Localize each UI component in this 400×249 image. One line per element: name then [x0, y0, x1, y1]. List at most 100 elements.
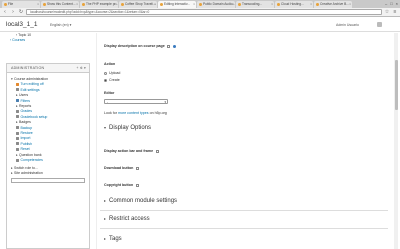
divider: [100, 228, 388, 229]
administration-title: ADMINISTRATION + ✲ ▾: [7, 64, 89, 73]
browser-tab-label: Public Domain Audio...: [203, 2, 235, 6]
language-menu[interactable]: English (en) ▾: [50, 23, 71, 27]
browser-tab-label: Coffee Shop Traveli...: [125, 2, 156, 6]
section-display-options[interactable]: ▾ Display Options: [104, 125, 151, 131]
close-tab-icon[interactable]: ×: [271, 1, 273, 8]
favicon-icon: [159, 3, 163, 6]
admin-item-label: Publish: [20, 141, 32, 146]
favicon-icon: [315, 3, 319, 6]
window-controls: – □ ×: [385, 1, 398, 6]
close-tab-icon[interactable]: ×: [37, 1, 39, 8]
favicon-icon: [237, 3, 241, 6]
more-content-types-link[interactable]: more content types: [118, 111, 149, 115]
admin-item-label: Backup: [20, 125, 33, 130]
create-radio[interactable]: [104, 78, 107, 82]
section-tags[interactable]: ▸ Tags: [104, 236, 122, 242]
browser-tab[interactable]: Coffee Shop Traveli... ×: [119, 1, 157, 8]
help-icon[interactable]: [172, 44, 176, 48]
administration-block: ADMINISTRATION + ✲ ▾ ▾Course administrat…: [6, 63, 90, 249]
favicon-icon: [81, 3, 85, 6]
close-tab-icon[interactable]: ×: [310, 1, 312, 8]
close-icon[interactable]: ×: [396, 1, 398, 6]
admin-item-label: Filters: [20, 98, 31, 103]
settings-icon: [16, 99, 19, 103]
browser-tab[interactable]: The PHP example pr... ×: [80, 1, 118, 8]
browser-toolbar: ‹ › ↻ localhost/course/modedit.php?add=h…: [0, 8, 400, 17]
minimize-icon[interactable]: –: [385, 1, 387, 6]
navigation-block: › Topic 10 › Courses: [6, 33, 90, 43]
display-description-label: Display description on course page: [104, 44, 176, 48]
settings-icon: [16, 131, 19, 135]
edit-toggle-icon: [16, 82, 19, 86]
user-menu[interactable]: Admin Usuario: [336, 23, 359, 27]
section-restrict-access[interactable]: ▸ Restrict access: [104, 216, 150, 222]
copyright-button-label: Copyright button: [104, 183, 139, 187]
browser-tab-bar: File × Show this Content... × The PHP exampl…: [0, 0, 400, 8]
browser-tab[interactable]: Cloud Hosting... ×: [275, 1, 313, 8]
close-tab-icon[interactable]: ×: [154, 1, 156, 8]
settings-icon: [16, 115, 19, 119]
settings-icon: [16, 110, 19, 114]
copyright-button-checkbox[interactable]: [135, 183, 139, 187]
close-tab-icon[interactable]: ×: [193, 1, 195, 8]
browser-tab-label: Show this Content...: [47, 2, 76, 6]
admin-item-label: Users: [19, 93, 29, 98]
display-action-bar-checkbox[interactable]: [155, 149, 159, 153]
browser-tab[interactable]: Public Domain Audio... ×: [197, 1, 235, 8]
download-button-checkbox[interactable]: [135, 166, 139, 170]
avatar[interactable]: [377, 21, 382, 27]
scrollbar-thumb[interactable]: [394, 60, 398, 110]
admin-item-label: Grades: [20, 109, 32, 114]
close-tab-icon[interactable]: ×: [76, 1, 78, 8]
site-administration[interactable]: ▸Site administration: [11, 171, 89, 176]
block-controls-icon[interactable]: + ✲ ▾: [76, 64, 86, 73]
forward-icon[interactable]: ›: [10, 9, 16, 15]
browser-tab-label: File: [8, 2, 14, 6]
browser-tab-label: Editing Interactiv...: [164, 2, 190, 6]
favicon-icon: [42, 3, 46, 6]
admin-item-label: Restore: [20, 131, 33, 136]
favicon-icon: [198, 3, 202, 6]
site-name[interactable]: local3_1_1: [6, 21, 37, 28]
browser-tab[interactable]: Editing Interactiv... ×: [158, 1, 196, 8]
browser-tab[interactable]: Show this Content... ×: [41, 1, 79, 8]
admin-item-label: Question bank: [19, 152, 42, 157]
admin-tree: ▾Course administration Turn editing off E…: [7, 73, 89, 164]
admin-search-input[interactable]: [11, 178, 85, 184]
back-icon[interactable]: ‹: [2, 9, 8, 15]
browser-tab[interactable]: Transcoding... ×: [236, 1, 274, 8]
admin-item[interactable]: Competencies: [11, 158, 89, 163]
editor-label: Editor: [104, 91, 115, 95]
browser-tab-label: Cloud Hosting...: [281, 2, 304, 6]
favicon-icon: [3, 3, 7, 6]
admin-item-label: Import: [20, 136, 31, 141]
editor-select-wrap: - ▾: [104, 99, 168, 104]
star-icon[interactable]: ☆: [384, 9, 390, 15]
settings-icon: [16, 137, 19, 141]
close-tab-icon[interactable]: ×: [115, 1, 117, 8]
display-description-checkbox[interactable]: [167, 44, 171, 48]
browser-tab[interactable]: File ×: [2, 1, 40, 8]
close-tab-icon[interactable]: ×: [232, 1, 234, 8]
admin-item-label: Gradebook setup: [20, 114, 48, 119]
nav-courses[interactable]: › Courses: [6, 38, 90, 43]
browser-tab[interactable]: Creative Archive B... ×: [314, 1, 352, 8]
settings-icon: [16, 126, 19, 130]
admin-item-label: Reports: [19, 104, 32, 109]
menu-icon[interactable]: ≡: [392, 9, 398, 15]
create-option[interactable]: Create: [104, 78, 120, 82]
browser-tab-label: Creative Archive B...: [320, 2, 349, 6]
chevron-down-icon: ▾: [164, 100, 166, 104]
browser-tab-label: The PHP example pr...: [86, 2, 118, 6]
maximize-icon[interactable]: □: [390, 1, 392, 6]
settings-icon: [16, 158, 19, 162]
close-tab-icon[interactable]: ×: [349, 1, 351, 8]
address-bar[interactable]: localhost/course/modedit.php?add=hvp&typ…: [26, 9, 382, 15]
browser-tab-label: Transcoding...: [242, 2, 263, 6]
section-common-module-settings[interactable]: ▸ Common module settings: [104, 198, 177, 204]
reload-icon[interactable]: ↻: [18, 9, 24, 15]
upload-radio[interactable]: [104, 71, 107, 75]
editor-select[interactable]: - ▾: [104, 99, 168, 104]
upload-option[interactable]: Upload: [104, 71, 120, 75]
display-action-bar-label: Display action bar and frame: [104, 149, 159, 153]
